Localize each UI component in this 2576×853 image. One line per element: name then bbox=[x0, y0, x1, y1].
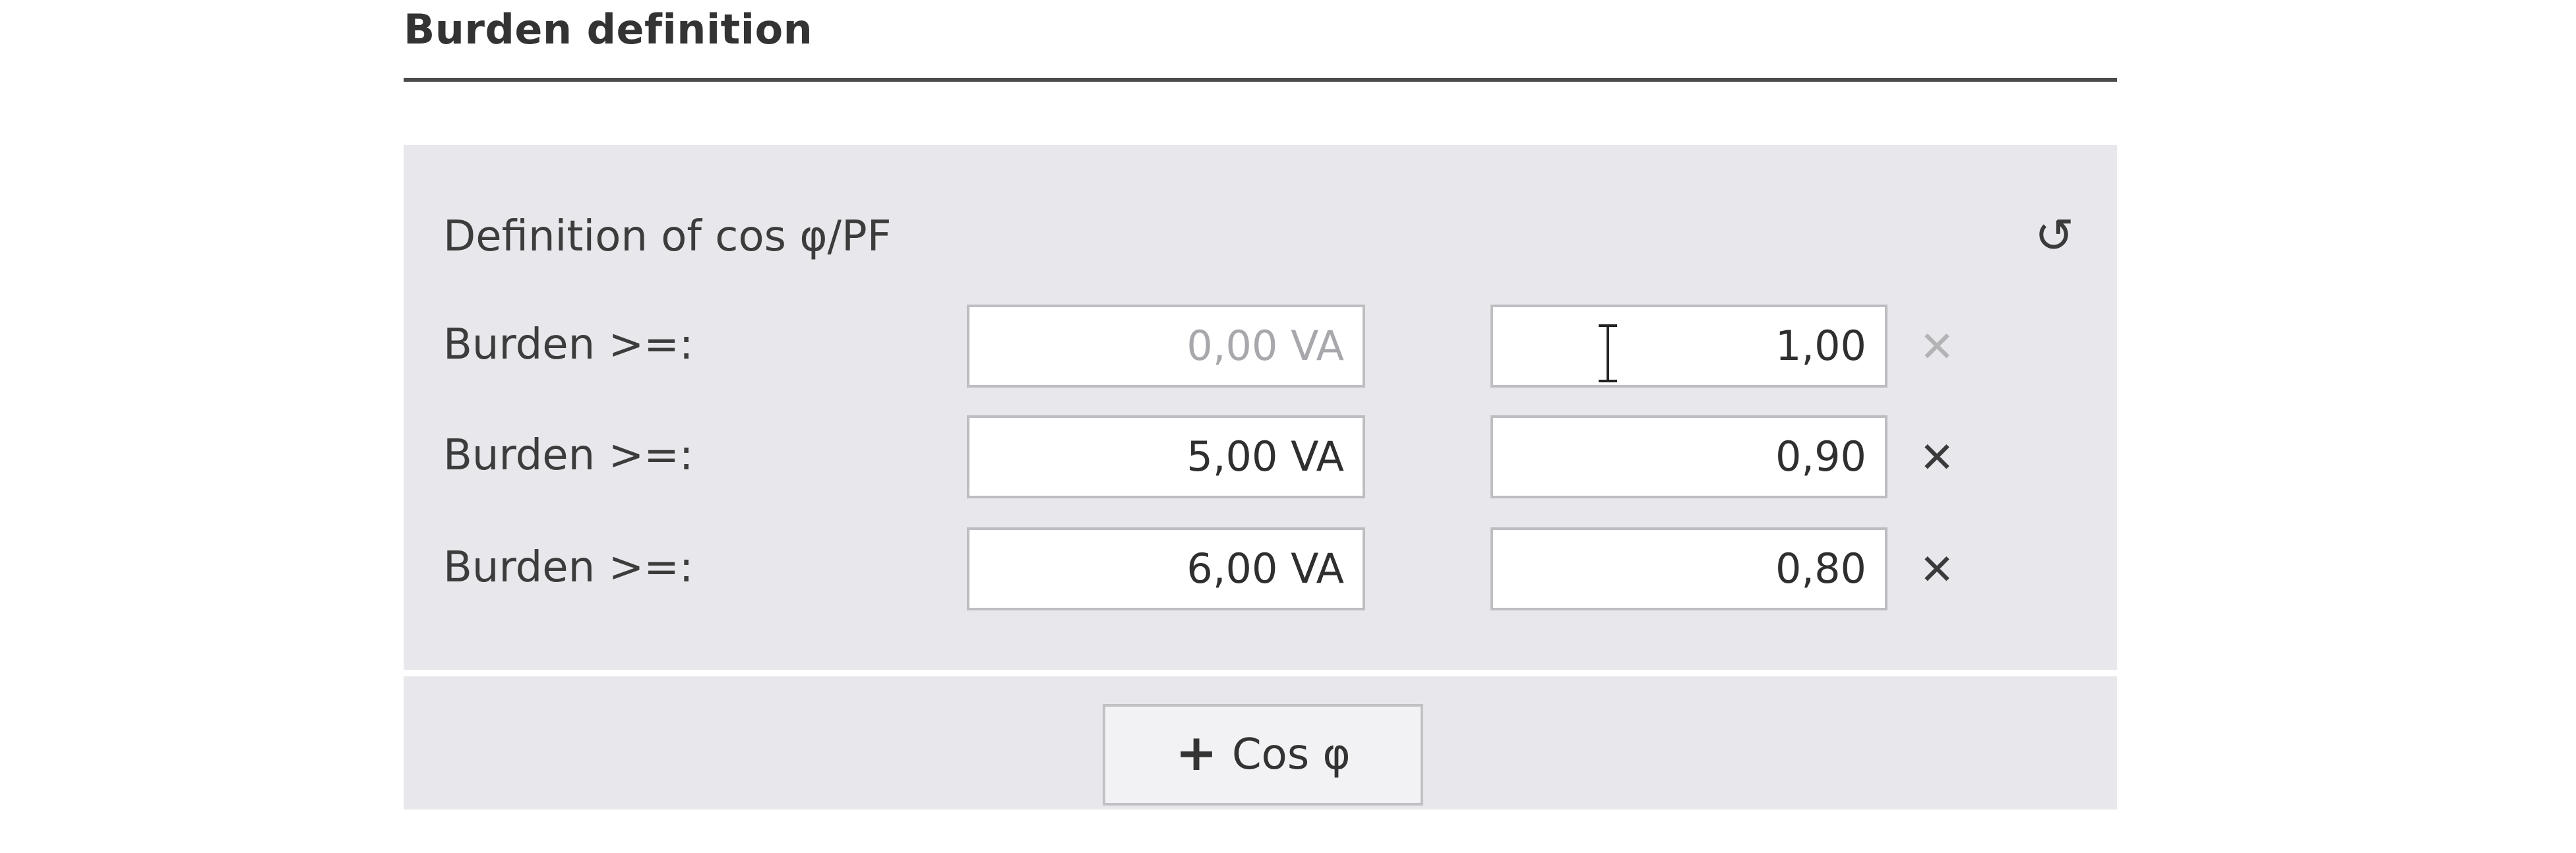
burden-row-label: Burden >=: bbox=[443, 320, 694, 369]
panel-divider bbox=[404, 670, 2117, 676]
close-icon: ✕ bbox=[1919, 323, 1955, 372]
title-divider bbox=[404, 78, 2117, 82]
panel-body: Definition of cos φ/PF ↺ Burden >=: 0,00… bbox=[404, 145, 2117, 670]
burden-value-field-1: 0,00 VA bbox=[967, 305, 1365, 388]
burden-value-field-3[interactable]: 6,00 VA bbox=[967, 527, 1365, 610]
burden-row-1: Burden >=: 0,00 VA 1,00 ✕ bbox=[404, 305, 2117, 392]
burden-value-field-2[interactable]: 5,00 VA bbox=[967, 415, 1365, 498]
burden-row-3: Burden >=: 6,00 VA 0,80 ✕ bbox=[404, 527, 2117, 614]
burden-row-2: Burden >=: 5,00 VA 0,90 ✕ bbox=[404, 415, 2117, 502]
cos-phi-field-2[interactable]: 0,90 bbox=[1490, 415, 1887, 498]
text-cursor-icon bbox=[1599, 322, 1617, 385]
burden-row-label: Burden >=: bbox=[443, 543, 694, 592]
cos-phi-panel: Definition of cos φ/PF ↺ Burden >=: 0,00… bbox=[404, 145, 2117, 809]
cos-phi-field-1[interactable]: 1,00 bbox=[1490, 305, 1887, 388]
section-title: Burden definition bbox=[404, 5, 813, 53]
cos-phi-value: 1,00 bbox=[1775, 322, 1866, 370]
cos-phi-field-3[interactable]: 0,80 bbox=[1490, 527, 1887, 610]
add-button-label: Cos φ bbox=[1231, 730, 1351, 779]
close-icon[interactable]: ✕ bbox=[1907, 428, 1967, 488]
close-icon[interactable]: ✕ bbox=[1907, 541, 1967, 600]
burden-definition-page: Burden definition Definition of cos φ/PF… bbox=[0, 0, 2576, 853]
plus-icon: + bbox=[1175, 723, 1217, 782]
reset-icon[interactable]: ↺ bbox=[2025, 206, 2084, 265]
burden-row-label: Burden >=: bbox=[443, 431, 694, 480]
panel-footer: + Cos φ bbox=[404, 676, 2117, 809]
add-cos-phi-button[interactable]: + Cos φ bbox=[1103, 704, 1423, 806]
panel-subheading: Definition of cos φ/PF bbox=[443, 212, 892, 261]
